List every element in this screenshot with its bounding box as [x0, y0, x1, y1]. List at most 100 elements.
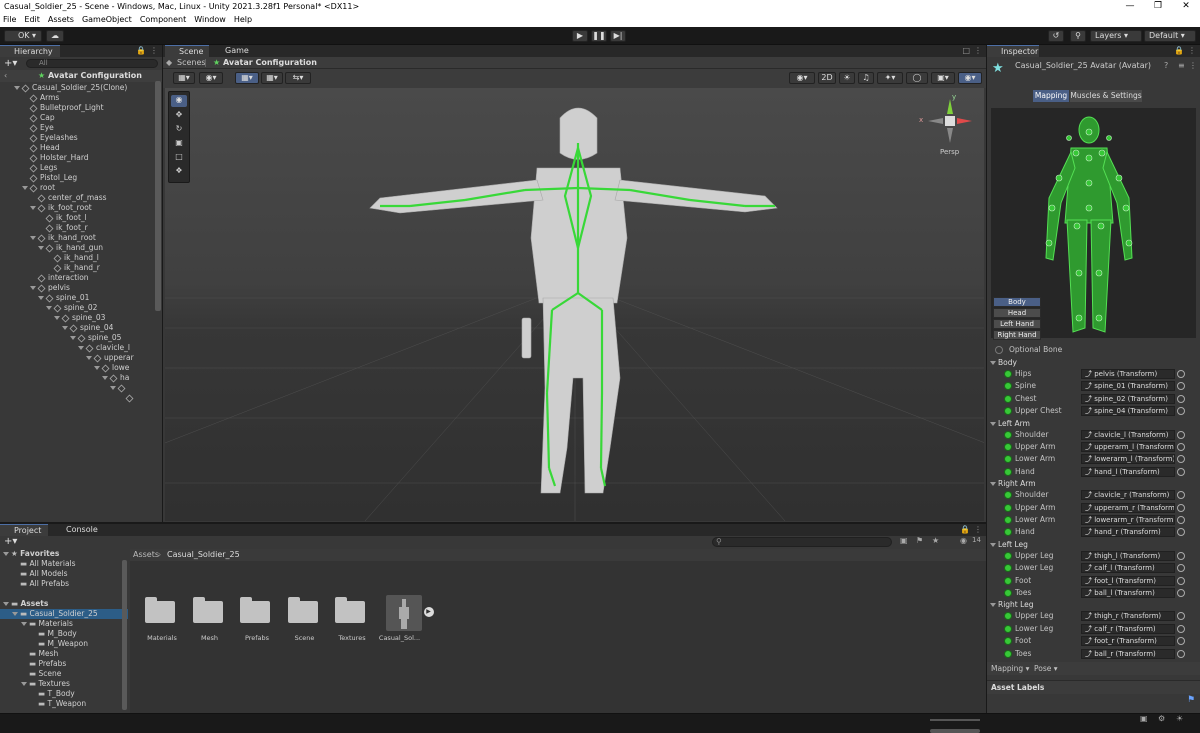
bone-transform-field[interactable]: ⤴ thigh_l (Transform)	[1081, 550, 1175, 561]
bone-transform-field[interactable]: ⤴ clavicle_l (Transform)	[1081, 429, 1175, 440]
bone-transform-field[interactable]: ⤴ hand_r (Transform)	[1081, 527, 1175, 538]
hierarchy-item[interactable]: Eyelashes	[0, 133, 162, 143]
lighting-icon[interactable]: ☀	[839, 72, 855, 84]
hierarchy-item[interactable]: ik_hand_root	[0, 233, 162, 243]
increment-snap-dropdown[interactable]: ▦▾	[261, 72, 283, 84]
hierarchy-item[interactable]: Eye	[0, 123, 162, 133]
bone-status-icon[interactable]	[1004, 491, 1012, 500]
progress-icon[interactable]: ▣	[1140, 714, 1148, 723]
object-picker-icon[interactable]	[1177, 576, 1185, 585]
project-tree-item[interactable]: ▬ All Prefabs	[0, 579, 128, 589]
bone-transform-field[interactable]: ⤴ spine_02 (Transform)	[1081, 393, 1175, 404]
tab-console[interactable]: Console	[52, 524, 102, 536]
expand-arrow-icon[interactable]	[30, 236, 36, 240]
cloud-icon[interactable]: ☁	[46, 30, 64, 42]
menu-help[interactable]: Help	[234, 13, 252, 27]
tab-scene[interactable]: Scene	[165, 45, 209, 57]
hierarchy-item[interactable]: ik_foot_l	[0, 213, 162, 223]
hierarchy-scrollbar[interactable]	[155, 81, 161, 311]
expand-arrow-icon[interactable]	[86, 356, 92, 360]
breadcrumb-scenes[interactable]: Scenes	[177, 57, 206, 69]
menu-window[interactable]: Window	[194, 13, 226, 27]
effects-dropdown[interactable]: ✦▾	[877, 72, 903, 84]
object-picker-icon[interactable]	[1177, 430, 1185, 439]
align-dropdown[interactable]: ⇆▾	[285, 72, 311, 84]
object-picker-icon[interactable]	[1177, 637, 1185, 646]
camera-dropdown[interactable]: ▣▾	[931, 72, 955, 84]
hierarchy-item[interactable]: interaction	[0, 273, 162, 283]
hierarchy-item[interactable]: ik_hand_gun	[0, 243, 162, 253]
bone-status-icon[interactable]	[1004, 382, 1012, 391]
add-icon[interactable]: +▾	[4, 58, 17, 69]
menu-file[interactable]: File	[3, 13, 16, 27]
hierarchy-item[interactable]: ik_foot_r	[0, 223, 162, 233]
menu-gameobject[interactable]: GameObject	[82, 13, 132, 27]
expand-prefab-icon[interactable]: ▶	[423, 607, 434, 617]
audio-icon[interactable]: ♫	[858, 72, 874, 84]
project-tree-item[interactable]: ▬ T_Body	[0, 689, 128, 699]
bone-group-header[interactable]: Body	[990, 357, 1017, 368]
object-picker-icon[interactable]	[1177, 467, 1185, 476]
project-tree-item[interactable]: ▬ Prefabs	[0, 659, 128, 669]
play-button[interactable]: ▶	[572, 30, 588, 42]
project-tree-item[interactable]	[0, 589, 128, 599]
hierarchy-item[interactable]: Bulletproof_Light	[0, 103, 162, 113]
maximize-panel-icon[interactable]: □	[962, 45, 970, 57]
tab-inspector[interactable]: Inspector	[987, 45, 1039, 57]
expand-arrow-icon[interactable]	[102, 376, 108, 380]
project-tree-item[interactable]: ▬ Casual_Soldier_25	[0, 609, 128, 619]
tab-muscles-settings[interactable]: Muscles & Settings	[1070, 90, 1142, 102]
project-tree-item[interactable]: ▬ M_Weapon	[0, 639, 128, 649]
bone-transform-field[interactable]: ⤴ clavicle_r (Transform)	[1081, 490, 1175, 501]
hidden-objects-icon[interactable]: ◯	[906, 72, 928, 84]
hierarchy-item[interactable]: Casual_Soldier_25(Clone)	[0, 83, 162, 93]
object-picker-icon[interactable]	[1177, 649, 1185, 658]
minimize-icon[interactable]: —	[1116, 0, 1144, 13]
layers-dropdown[interactable]: Layers ▾	[1090, 30, 1142, 42]
hierarchy-item[interactable]: pelvis	[0, 283, 162, 293]
settings-icon[interactable]: ≡	[1178, 61, 1185, 70]
orientation-gizmo[interactable]: y x	[919, 93, 975, 146]
expand-arrow-icon[interactable]	[22, 186, 28, 190]
bone-status-icon[interactable]	[1004, 455, 1012, 464]
hierarchy-item[interactable]: Legs	[0, 163, 162, 173]
asset-size-slider[interactable]	[930, 719, 980, 721]
expand-arrow-icon[interactable]	[70, 336, 76, 340]
tab-project[interactable]: Project	[0, 524, 48, 536]
expand-arrow-icon[interactable]	[3, 552, 9, 556]
object-picker-icon[interactable]	[1177, 551, 1185, 560]
bone-status-icon[interactable]	[1004, 589, 1012, 597]
bone-status-icon[interactable]	[1004, 443, 1012, 451]
object-picker-icon[interactable]	[1177, 407, 1185, 416]
object-picker-icon[interactable]	[1177, 528, 1185, 537]
bone-transform-field[interactable]: ⤴ upperarm_l (Transform)	[1081, 442, 1175, 452]
object-picker-icon[interactable]	[1177, 503, 1185, 512]
hierarchy-item[interactable]: spine_02	[0, 303, 162, 313]
bone-transform-field[interactable]: ⤴ lowerarm_r (Transform)	[1081, 515, 1175, 525]
draw-mode-dropdown[interactable]: ▦▾	[173, 72, 195, 84]
maximize-icon[interactable]: ❐	[1144, 0, 1172, 13]
bone-status-icon[interactable]	[1004, 394, 1012, 403]
bone-transform-field[interactable]: ⤴ hand_l (Transform)	[1081, 466, 1175, 477]
step-button[interactable]: ▶|	[610, 30, 626, 42]
project-tree-item[interactable]: ▬ T_Weapon	[0, 699, 128, 709]
hierarchy-item[interactable]: spine_03	[0, 313, 162, 323]
head-view-button[interactable]: Head	[993, 308, 1041, 318]
project-tree-item[interactable]: ▬ M_Body	[0, 629, 128, 639]
bone-status-icon[interactable]	[1004, 370, 1012, 378]
bone-transform-field[interactable]: ⤴ upperarm_r (Transform)	[1081, 502, 1175, 513]
hierarchy-item[interactable]: ik_hand_r	[0, 263, 162, 273]
bone-transform-field[interactable]: ⤴ spine_01 (Transform)	[1081, 381, 1175, 392]
expand-arrow-icon[interactable]	[94, 366, 100, 370]
bone-transform-field[interactable]: ⤴ thigh_r (Transform)	[1081, 611, 1175, 622]
hierarchy-item[interactable]: Arms	[0, 93, 162, 103]
hierarchy-item[interactable]: root	[0, 183, 162, 193]
lock-icon[interactable]: 🔒	[136, 45, 146, 57]
asset-labels-bar[interactable]: Asset Labels	[987, 680, 1200, 694]
object-picker-icon[interactable]	[1177, 624, 1185, 633]
hierarchy-item[interactable]: Pistol_Leg	[0, 173, 162, 183]
bone-status-icon[interactable]	[1004, 564, 1012, 573]
bone-transform-field[interactable]: ⤴ calf_r (Transform)	[1081, 623, 1175, 634]
transform-tool-icon[interactable]: ❖	[171, 166, 187, 178]
object-picker-icon[interactable]	[1177, 564, 1185, 573]
